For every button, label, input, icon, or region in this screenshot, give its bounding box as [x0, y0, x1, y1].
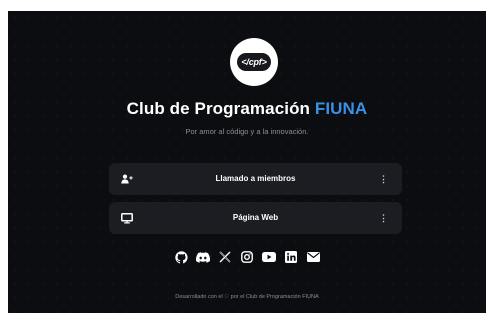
x-icon[interactable] [218, 250, 232, 264]
link-label: Página Web [232, 213, 279, 222]
title-main: Club de Programación [126, 99, 311, 118]
title-accent: FIUNA [314, 99, 368, 118]
logo-text: </cpf> [241, 57, 267, 67]
more-options-icon[interactable]: ⋮ [379, 202, 388, 234]
page-frame: </cpf> Club de Programación FIUNA Por am… [8, 11, 486, 313]
mail-icon[interactable] [306, 250, 320, 264]
club-logo: </cpf> [230, 38, 278, 86]
youtube-icon[interactable] [262, 250, 276, 264]
link-pagina-web[interactable]: Página Web ⋮ [109, 202, 402, 234]
social-links [8, 250, 486, 264]
more-options-icon[interactable]: ⋮ [379, 163, 388, 195]
github-icon[interactable] [174, 250, 188, 264]
linkedin-icon[interactable] [284, 250, 298, 264]
link-llamado-miembros[interactable]: Llamado a miembros ⋮ [109, 163, 402, 195]
page-title: Club de Programación FIUNA [8, 99, 486, 119]
instagram-icon[interactable] [240, 250, 254, 264]
link-label: Llamado a miembros [215, 174, 296, 183]
logo-badge: </cpf> [237, 53, 271, 71]
page-subtitle: Por amor al código y a la innovación. [185, 127, 309, 136]
footer-credit: Desarrollado con el ♡ por el Club de Pro… [175, 294, 319, 300]
discord-icon[interactable] [196, 250, 210, 264]
